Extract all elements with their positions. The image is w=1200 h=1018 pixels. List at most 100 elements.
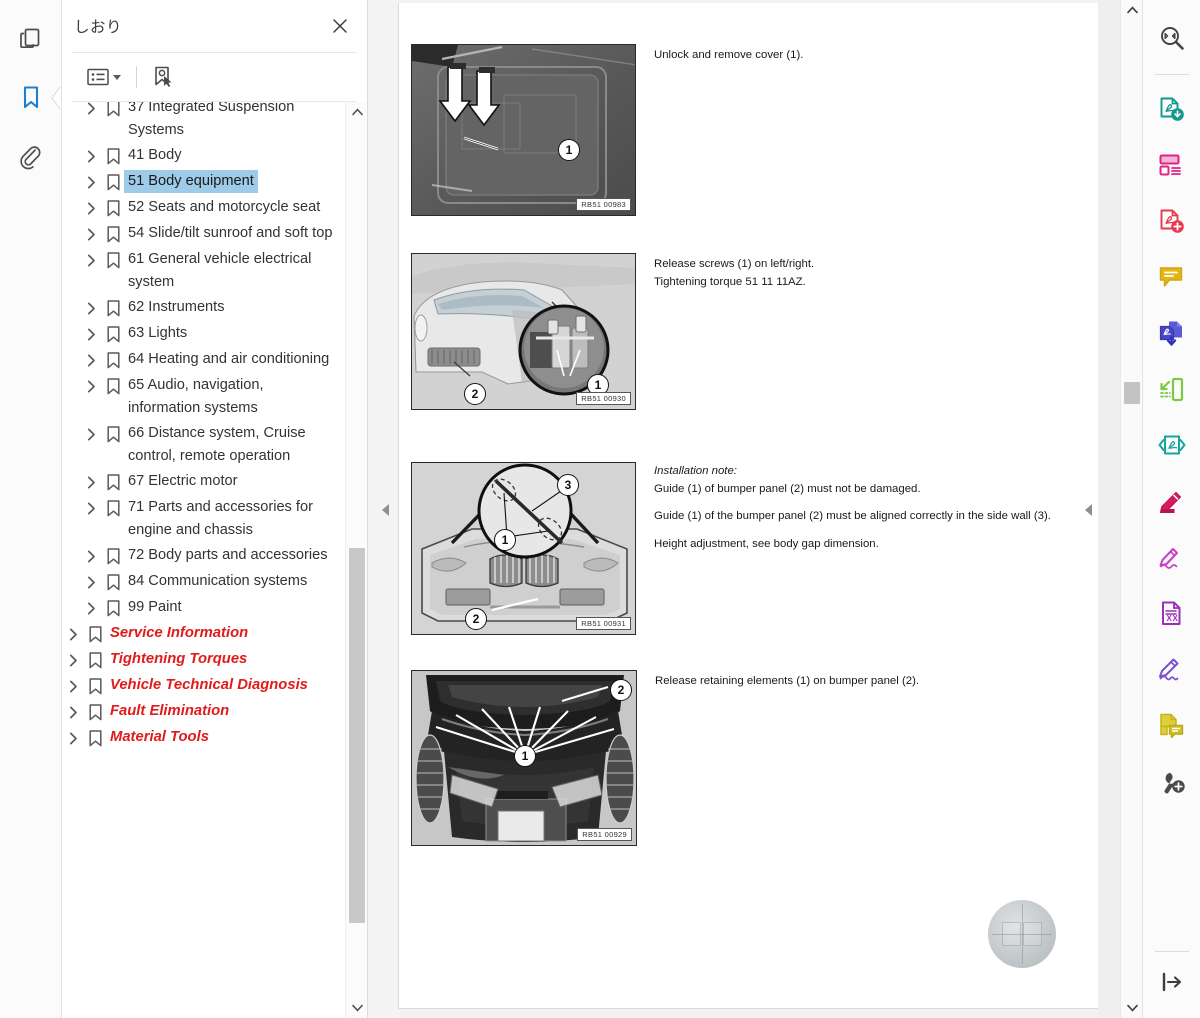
collapse-left-panel-handle[interactable] [379,495,391,525]
stamp-comment-icon[interactable] [1151,703,1193,747]
bookmark-scroll-thumb[interactable] [349,548,365,923]
chevron-right-icon[interactable] [80,102,102,115]
document-scroll-down-button[interactable] [1121,998,1142,1018]
chevron-right-icon[interactable] [80,144,102,163]
bookmark-icon [102,248,124,269]
bookmark-icon [102,496,124,517]
search-icon[interactable] [1151,16,1193,60]
bookmark-icon [102,170,124,191]
chevron-right-icon[interactable] [62,726,84,745]
bookmark-icon [102,322,124,343]
figure-callout: 2 [610,679,632,701]
bookmark-tree[interactable]: 37 Integrated Suspension Systems 41 Body 5… [62,102,345,1018]
figure-callout: 1 [494,529,516,551]
create-pdf-icon[interactable] [1151,199,1193,243]
bookmark-item[interactable]: 51 Body equipment [62,169,345,195]
bookmarks-icon[interactable] [11,76,60,120]
bookmark-scroll-up-button[interactable] [346,102,367,122]
chevron-right-icon[interactable] [62,700,84,719]
chevron-right-icon[interactable] [80,322,102,341]
bookmark-item[interactable]: 84 Communication systems [62,569,345,595]
attachments-icon[interactable] [11,136,51,180]
bookmark-item[interactable]: 99 Paint [62,595,345,621]
bookmark-item[interactable]: 67 Electric motor [62,469,345,495]
bookmark-item-label: 72 Body parts and accessories [128,547,328,563]
bookmark-item[interactable]: Tightening Torques [62,647,345,673]
figure-code: RB51 00931 [576,617,631,630]
export-pdf-icon[interactable] [1151,87,1193,131]
bookmark-icon [84,726,106,747]
more-tools-icon[interactable] [1151,759,1193,803]
bookmark-item-label: 52 Seats and motorcycle seat [128,199,321,215]
watermark-glyph [1002,922,1042,946]
chevron-right-icon[interactable] [80,248,102,267]
bookmark-item[interactable]: 71 Parts and accessories for engine and … [62,495,345,543]
export-excel-icon[interactable]: X X [1151,591,1193,635]
bookmark-item[interactable]: 54 Slide/tilt sunroof and soft top [62,221,345,247]
figure-code: RB51 00929 [577,828,632,841]
chevron-right-icon[interactable] [80,596,102,615]
bookmark-item-label: Material Tools [110,729,209,745]
compress-pdf-icon[interactable] [1151,367,1193,411]
chevron-right-icon[interactable] [80,570,102,589]
bookmark-panel-title: しおり [74,19,123,36]
bookmark-item[interactable]: 52 Seats and motorcycle seat [62,195,345,221]
request-signature-icon[interactable] [1151,647,1193,691]
bookmark-options-button[interactable] [84,62,124,92]
chevron-right-icon[interactable] [80,222,102,241]
bookmark-icon [102,348,124,369]
bookmark-item-label: 84 Communication systems [128,573,308,589]
tools-rail: X X [1142,0,1200,1018]
bookmark-item[interactable]: 62 Instruments [62,295,345,321]
bookmark-item[interactable]: Material Tools [62,725,345,751]
edit-pdf-icon[interactable] [1151,479,1193,523]
fill-sign-icon[interactable] [1151,535,1193,579]
chevron-right-icon[interactable] [80,170,102,189]
chevron-right-icon[interactable] [80,196,102,215]
bookmark-item[interactable]: 63 Lights [62,321,345,347]
bookmark-toolbar [72,52,357,102]
chevron-right-icon[interactable] [80,470,102,489]
document-scroll-up-button[interactable] [1121,0,1142,20]
figure-image: 2 1 RB51 00930 [411,253,636,410]
chevron-right-icon[interactable] [80,348,102,367]
bookmark-item[interactable]: 41 Body [62,143,345,169]
chevron-right-icon[interactable] [80,296,102,315]
chevron-right-icon[interactable] [62,648,84,667]
bookmark-item[interactable]: 61 General vehicle electrical system [62,247,345,295]
bookmark-item[interactable]: 65 Audio, navigation, information system… [62,373,345,421]
chevron-right-icon[interactable] [80,422,102,441]
chevron-right-icon[interactable] [80,374,102,393]
close-icon[interactable] [327,13,353,39]
chevron-right-icon[interactable] [80,496,102,515]
bookmark-item[interactable]: 37 Integrated Suspension Systems [62,102,345,143]
chevron-right-icon[interactable] [80,544,102,563]
bookmark-item[interactable]: Vehicle Technical Diagnosis [62,673,345,699]
find-current-bookmark-button[interactable] [149,62,177,92]
bookmark-item[interactable]: 72 Body parts and accessories [62,543,345,569]
bookmark-item-label: 66 Distance system, Cruise control, remo… [128,425,306,464]
organize-pages-icon[interactable] [1151,143,1193,187]
bookmark-item[interactable]: Service Information [62,621,345,647]
bookmark-scrollbar[interactable] [345,102,367,1018]
figure-callout: 2 [464,383,486,405]
bookmark-item[interactable]: Fault Elimination [62,699,345,725]
document-view: 1 RB51 00983 Unlock and remove cover (1)… [368,0,1142,1018]
protect-pdf-icon[interactable] [1151,423,1193,467]
figure-image: 1 2 3 RB51 00931 [411,462,636,635]
bookmark-icon [84,674,106,695]
pdf-page[interactable]: 1 RB51 00983 Unlock and remove cover (1)… [398,3,1105,1009]
comment-icon[interactable] [1151,255,1193,299]
document-scrollbar[interactable] [1120,0,1142,1018]
collapse-right-panel-handle[interactable] [1082,495,1094,525]
page-thumbnails-icon[interactable] [11,16,51,60]
chevron-right-icon[interactable] [62,622,84,641]
bookmark-scroll-down-button[interactable] [346,998,367,1018]
bookmark-item[interactable]: 64 Heating and air conditioning [62,347,345,373]
expand-panel-icon[interactable] [1151,960,1193,1004]
bookmark-item-label: 51 Body equipment [124,170,258,193]
combine-files-icon[interactable] [1151,311,1193,355]
chevron-right-icon[interactable] [62,674,84,693]
bookmark-item[interactable]: 66 Distance system, Cruise control, remo… [62,421,345,469]
document-scroll-thumb[interactable] [1124,382,1140,404]
